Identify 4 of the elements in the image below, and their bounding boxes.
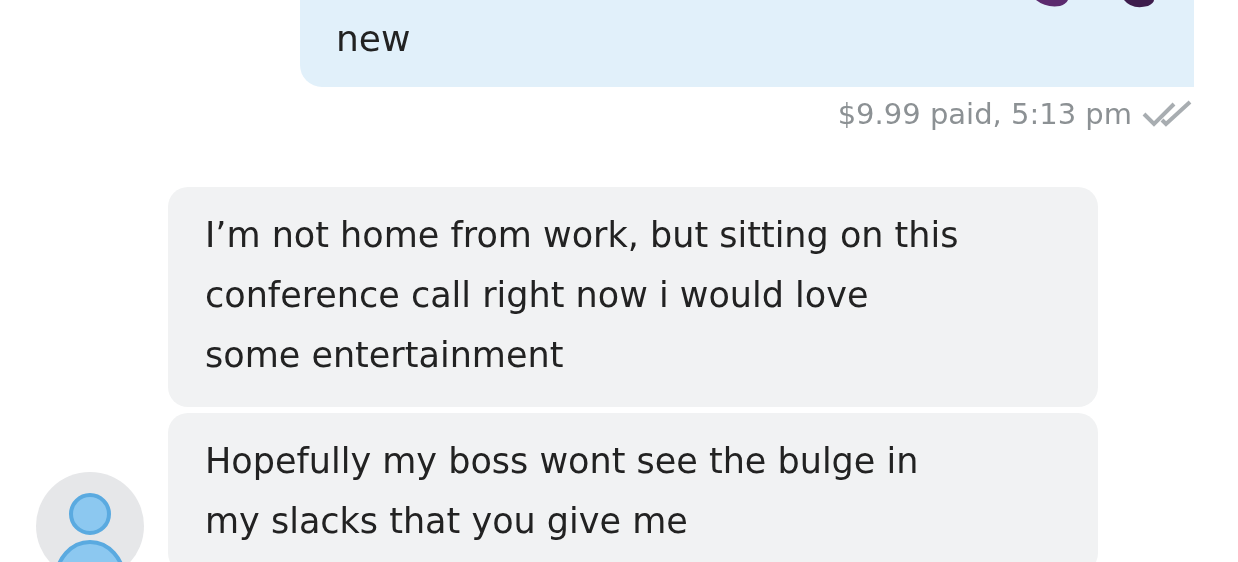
message-text: I’m not home from work, but sitting on this conference call right now i would love some entertainment bbox=[205, 214, 960, 377]
message-meta: $9.99 paid, 5:13 pm bbox=[837, 97, 1132, 131]
message-text: new bbox=[336, 17, 411, 61]
message-text: Hopefully my boss wont see the bulge in my slacks that you give me bbox=[205, 440, 920, 543]
